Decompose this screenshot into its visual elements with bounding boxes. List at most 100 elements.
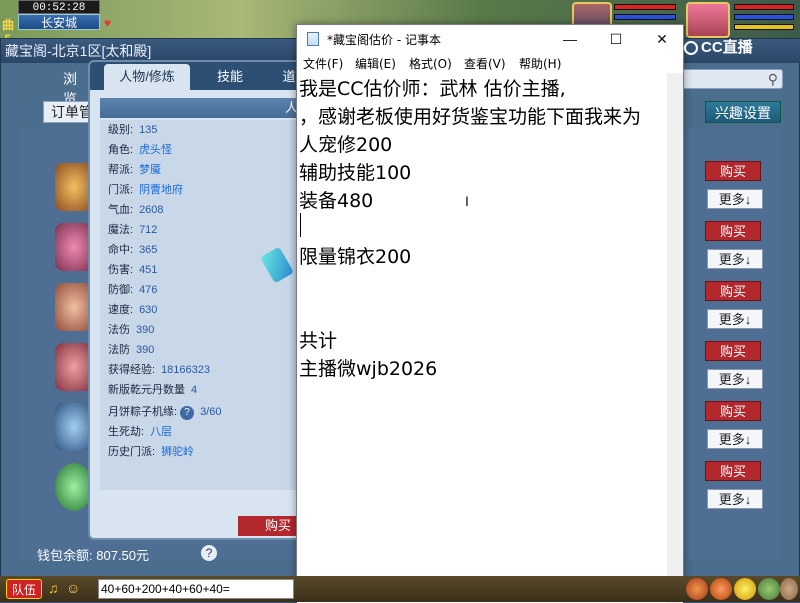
stat-key: 角色: [108, 144, 134, 156]
stat-value: 451 [139, 264, 158, 276]
notepad-text-area[interactable]: 我是CC估价师：武林 估价主播, ，感谢老板使用好货鉴宝功能下面我来为 人宠修2… [297, 73, 667, 603]
smile-icon[interactable] [734, 578, 756, 600]
gift-icon[interactable] [710, 578, 732, 600]
text-cursor [300, 213, 301, 237]
menu-file[interactable]: 文件(F) [303, 55, 343, 72]
wallet-label: 钱包余额: [37, 548, 93, 563]
close-button[interactable]: ✕ [639, 25, 685, 53]
menu-view[interactable]: 查看(V) [464, 55, 506, 72]
stat-key: 命中: [108, 244, 134, 256]
stat-key: 门派: [108, 184, 134, 196]
menu-help[interactable]: 帮助(H) [519, 55, 561, 72]
notepad-scrollbar[interactable] [667, 73, 683, 603]
stat-value: 135 [139, 124, 158, 136]
buy-button[interactable]: 购买 [705, 401, 761, 421]
help-icon[interactable]: ? [180, 406, 195, 420]
stat-value: 390 [136, 324, 155, 336]
notepad-window: *藏宝阁估价 - 记事本 — ☐ ✕ 文件(F) 编辑(E) 格式(O) 查看(… [296, 24, 684, 603]
buy-button[interactable]: 购买 [705, 221, 761, 241]
more-button[interactable]: 更多↓ [707, 249, 763, 269]
stat-row: 帮派: 梦魇 [108, 160, 290, 180]
stat-key: 历史门派: [108, 446, 156, 458]
more-button[interactable]: 更多↓ [707, 189, 763, 209]
stat-key: 速度: [108, 304, 134, 316]
notepad-titlebar[interactable]: *藏宝阁估价 - 记事本 — ☐ ✕ [297, 25, 683, 53]
buy-button[interactable]: 购买 [705, 461, 761, 481]
stat-value: 2608 [139, 204, 164, 216]
more-button[interactable]: 更多↓ [707, 429, 763, 449]
stat-row: 生死劫: 八层 [108, 422, 290, 442]
more-button[interactable]: 更多↓ [707, 309, 763, 329]
stat-value[interactable]: 阴曹地府 [139, 180, 183, 200]
stat-value[interactable]: 八层 [150, 422, 172, 442]
text-line: 共计 [299, 330, 338, 352]
stat-row: 新版乾元丹数量 4 [108, 380, 290, 400]
menu-format[interactable]: 格式(O) [409, 55, 452, 72]
emote-icon[interactable]: ☺ [66, 580, 82, 598]
stat-key: 级别: [108, 124, 134, 136]
friends-icon[interactable] [758, 578, 780, 600]
stat-row: 魔法: 712 [108, 220, 290, 240]
help-icon[interactable]: ? [201, 545, 217, 561]
stat-row: 法伤 390 [108, 320, 290, 340]
wallet-balance: 钱包余额: 807.50元 [37, 545, 149, 564]
game-bottom-bar: 队伍 ♫ ☺ 40+60+200+40+60+40= [0, 576, 800, 602]
system-icon[interactable] [780, 578, 798, 600]
game-location[interactable]: 长安城 [18, 14, 100, 30]
player-sp-bar [734, 24, 794, 30]
text-line: 人宠修200 [299, 134, 393, 156]
stat-value[interactable]: 虎头怪 [139, 140, 172, 160]
interest-settings-button[interactable]: 兴趣设置 [705, 101, 781, 123]
chat-input[interactable]: 40+60+200+40+60+40= [98, 579, 294, 599]
stat-key: 帮派: [108, 164, 134, 176]
stat-row: 获得经验: 18166323 [108, 360, 290, 380]
stat-row: 速度: 630 [108, 300, 290, 320]
more-button[interactable]: 更多↓ [707, 489, 763, 509]
text-line: 主播微wjb2026 [299, 358, 438, 380]
stat-key: 法防 [108, 344, 130, 356]
stat-key: 防御: [108, 284, 134, 296]
search-input[interactable]: ⚲ [677, 69, 783, 89]
stat-row: 级别: 135 [108, 120, 290, 140]
notepad-icon [307, 32, 319, 46]
more-button[interactable]: 更多↓ [707, 369, 763, 389]
stat-value: 365 [139, 244, 158, 256]
maximize-button[interactable]: ☐ [593, 25, 639, 53]
search-icon[interactable]: ⚲ [768, 71, 778, 88]
stat-value: 476 [139, 284, 158, 296]
stat-value[interactable]: 梦魇 [139, 160, 161, 180]
text-line: 装备480 [299, 190, 374, 212]
cc-logo-icon [684, 41, 698, 56]
stat-key: 法伤 [108, 324, 130, 336]
text-line: 我是CC估价师：武林 估价主播, [299, 78, 566, 100]
bag-icon[interactable] [686, 578, 708, 600]
text-line: 辅助技能100 [299, 162, 412, 184]
buy-button[interactable]: 购买 [705, 161, 761, 181]
stat-key: 新版乾元丹数量 [108, 384, 185, 396]
stat-row: 门派: 阴曹地府 [108, 180, 290, 200]
stat-row: 防御: 476 [108, 280, 290, 300]
pet-mp-bar [614, 14, 676, 20]
minimize-button[interactable]: — [547, 25, 593, 53]
cc-live-logo: CC直播 [684, 36, 784, 56]
stat-value: 630 [139, 304, 158, 316]
buy-button[interactable]: 购买 [705, 341, 761, 361]
cc-logo-text: CC直播 [701, 39, 753, 56]
text-line: ，感谢老板使用好货鉴宝功能下面我来为 [299, 106, 642, 128]
notepad-menubar: 文件(F) 编辑(E) 格式(O) 查看(V) 帮助(H) [297, 53, 683, 73]
microphone-icon[interactable]: ♫ [48, 580, 64, 598]
stat-value[interactable]: 狮驼岭 [161, 442, 194, 462]
stat-row: 气血: 2608 [108, 200, 290, 220]
tab-skills[interactable]: 技能 [202, 64, 258, 90]
menu-edit[interactable]: 编辑(E) [355, 55, 396, 72]
stat-value: 18166323 [161, 364, 211, 376]
stat-value: 4 [191, 384, 198, 396]
stat-row: 法防 390 [108, 340, 290, 360]
buy-button[interactable]: 购买 [705, 281, 761, 301]
stat-key: 伤害: [108, 264, 134, 276]
tab-character[interactable]: 人物/修炼 [104, 64, 190, 90]
player-mp-bar [734, 14, 794, 20]
stat-row: 角色: 虎头怪 [108, 140, 290, 160]
team-button[interactable]: 队伍 [6, 579, 42, 599]
player-portrait[interactable] [686, 2, 730, 38]
